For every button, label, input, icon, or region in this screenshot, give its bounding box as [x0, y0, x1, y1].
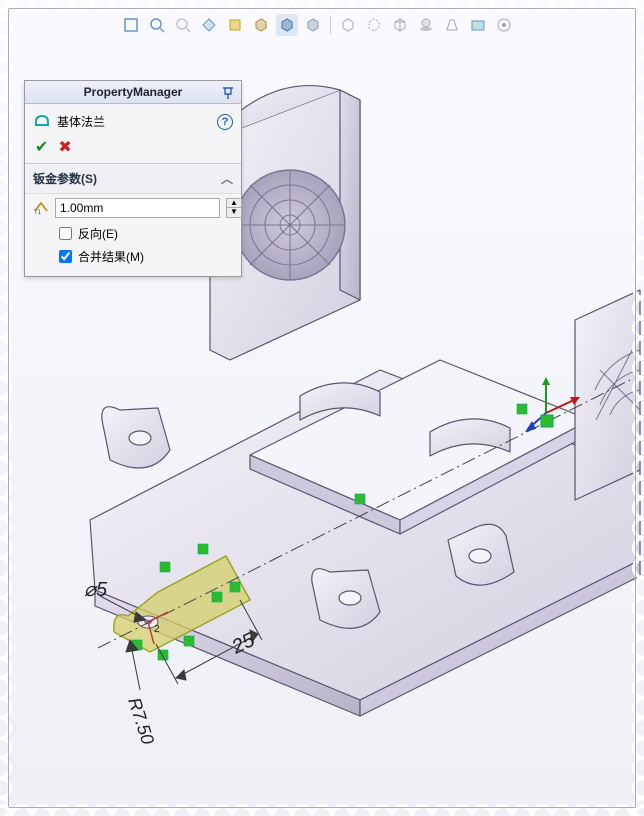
pm-section-header[interactable]: 钣金参数(S) ︿	[25, 164, 241, 194]
thickness-input[interactable]	[55, 198, 220, 218]
shaded-edges-icon[interactable]	[276, 14, 298, 36]
base-flange-icon	[33, 110, 51, 133]
dim-diameter[interactable]: ⌀5	[84, 579, 108, 601]
view-orientation-icon[interactable]	[224, 14, 246, 36]
pm-feature-name: 基体法兰	[57, 113, 105, 130]
property-manager-panel: PropertyManager 基体法兰 ? ✔ ✖ 钣金参数(S) ︿ T1 …	[24, 80, 242, 277]
hidden-visible-icon[interactable]	[363, 14, 385, 36]
pm-title-text: PropertyManager	[84, 85, 183, 99]
shadow-icon[interactable]	[415, 14, 437, 36]
cancel-button[interactable]: ✖	[58, 137, 71, 157]
pm-title-bar: PropertyManager	[25, 81, 241, 104]
scene-icon[interactable]	[467, 14, 489, 36]
section-icon[interactable]	[198, 14, 220, 36]
pm-section-label: 钣金参数(S)	[33, 170, 97, 187]
thickness-icon: T1	[33, 199, 49, 218]
perspective-icon[interactable]	[441, 14, 463, 36]
display-style-icon[interactable]	[250, 14, 272, 36]
thickness-row: T1 ▲ ▼	[25, 194, 241, 222]
view-triad[interactable]	[524, 375, 584, 435]
merge-label: 合并结果(M)	[78, 248, 144, 265]
pm-confirm-row: ✔ ✖	[25, 135, 241, 164]
zoom-fit-icon[interactable]	[120, 14, 142, 36]
wireframe-icon[interactable]	[389, 14, 411, 36]
render-icon[interactable]	[493, 14, 515, 36]
shaded-icon[interactable]	[302, 14, 324, 36]
view-toolbar	[120, 14, 515, 36]
pin-icon[interactable]	[219, 84, 237, 102]
zoom-area-icon[interactable]	[146, 14, 168, 36]
merge-checkbox[interactable]	[59, 250, 72, 263]
merge-check-row: 合并结果(M)	[25, 245, 241, 268]
reverse-checkbox[interactable]	[59, 227, 72, 240]
svg-text:2: 2	[154, 624, 160, 635]
spin-down-icon[interactable]: ▼	[227, 208, 241, 217]
hidden-removed-icon[interactable]	[337, 14, 359, 36]
help-icon[interactable]: ?	[217, 114, 233, 130]
zoom-previous-icon[interactable]	[172, 14, 194, 36]
pm-feature-row: 基体法兰 ?	[25, 104, 241, 135]
chevron-up-icon: ︿	[221, 170, 233, 187]
svg-text:T1: T1	[34, 210, 42, 215]
reverse-check-row: 反向(E)	[25, 222, 241, 245]
ok-button[interactable]: ✔	[35, 137, 48, 157]
thickness-spinner[interactable]: ▲ ▼	[226, 198, 242, 218]
reverse-label: 反向(E)	[78, 225, 118, 242]
